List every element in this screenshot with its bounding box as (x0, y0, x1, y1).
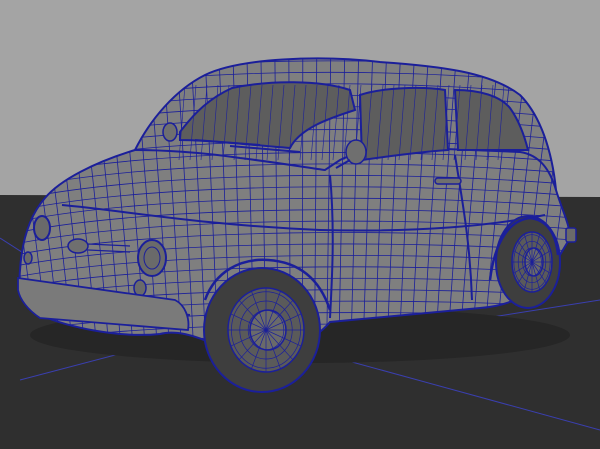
rear-light (565, 227, 577, 243)
viewport-canvas[interactable] (0, 0, 600, 449)
door-handle (434, 177, 462, 185)
headlight-right (33, 215, 51, 241)
front-wheel (203, 267, 321, 393)
side-mirror-left (162, 122, 178, 142)
3d-viewport[interactable] (0, 0, 600, 449)
headlight-left (137, 239, 167, 277)
